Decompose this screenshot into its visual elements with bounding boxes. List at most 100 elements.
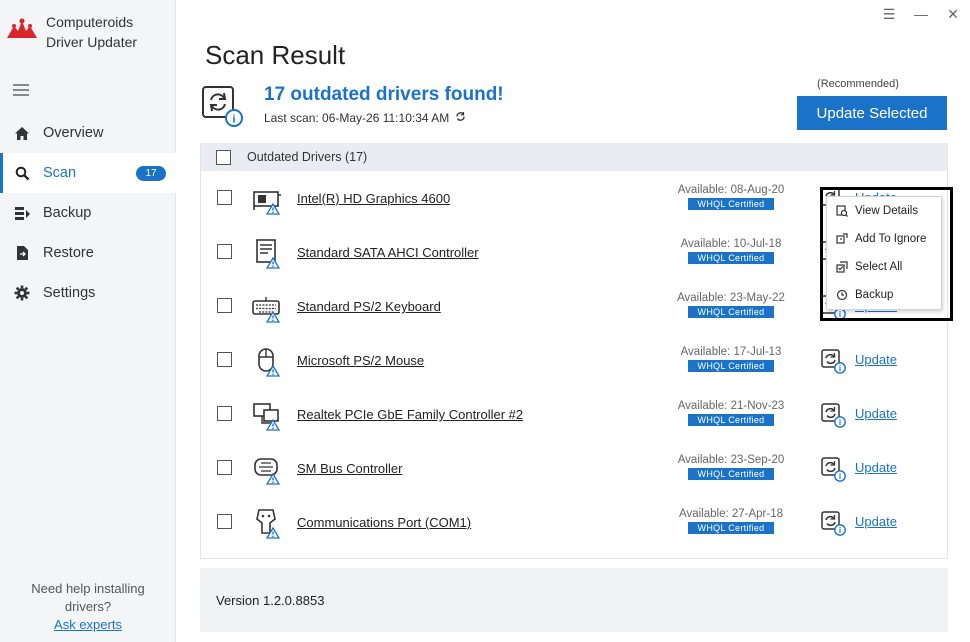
row-checkbox[interactable] (217, 352, 232, 367)
page-title: Scan Result (205, 40, 346, 70)
driver-name-link[interactable]: Communications Port (COM1) (297, 515, 471, 530)
update-driver-icon[interactable]: i (820, 402, 846, 428)
outdated-found-heading: 17 outdated drivers found! (264, 84, 504, 105)
sidebar-item-scan[interactable]: Scan 17 (0, 153, 176, 193)
update-link[interactable]: Update (855, 352, 897, 367)
minimize-button[interactable]: — (914, 6, 928, 23)
update-driver-icon[interactable]: i (820, 510, 846, 536)
sidebar-item-restore[interactable]: Restore (0, 233, 176, 273)
whql-badge: WHQL Certified (687, 306, 775, 318)
footer-bar: Version 1.2.0.8853 (200, 568, 948, 632)
whql-badge: WHQL Certified (687, 360, 775, 372)
availability-info: Available: 23-May-22 WHQL Certified (669, 292, 793, 318)
context-menu-select-all[interactable]: Select All (827, 253, 941, 281)
whql-badge: WHQL Certified (687, 468, 775, 480)
update-driver-icon[interactable]: i (820, 456, 846, 482)
table-row: Realtek PCIe GbE Family Controller #2 Ava… (201, 388, 947, 442)
row-checkbox[interactable] (217, 460, 232, 475)
availability-info: Available: 23-Sep-20 WHQL Certified (669, 454, 793, 480)
driver-name-link[interactable]: Microsoft PS/2 Mouse (297, 353, 424, 368)
restore-icon (12, 243, 32, 263)
sidebar-item-settings[interactable]: Settings (0, 273, 176, 313)
update-selected-button[interactable]: Update Selected (797, 96, 947, 130)
driver-name-link[interactable]: Standard PS/2 Keyboard (297, 299, 441, 314)
availability-info: Available: 10-Jul-18 WHQL Certified (669, 238, 793, 264)
update-driver-icon[interactable]: i (820, 348, 846, 374)
bus-controller-icon (251, 453, 283, 485)
update-link[interactable]: Update (855, 406, 897, 421)
sidebar-item-label: Scan (43, 165, 77, 181)
network-icon (251, 399, 283, 431)
driver-name-link[interactable]: SM Bus Controller (297, 461, 402, 476)
context-menu-view-details[interactable]: View Details (827, 197, 941, 225)
sidebar-item-label: Backup (43, 205, 92, 221)
update-link[interactable]: Update (855, 514, 897, 529)
available-date: Available: 27-Apr-18 (679, 508, 783, 520)
table-row: Communications Port (COM1) Available: 27-… (201, 496, 947, 550)
close-button[interactable]: ✕ (946, 6, 960, 23)
context-menu-backup[interactable]: Backup (827, 281, 941, 309)
table-row: Microsoft PS/2 Mouse Available: 17-Jul-13… (201, 334, 947, 388)
available-date: Available: 21-Nov-23 (677, 400, 785, 412)
row-checkbox[interactable] (217, 406, 232, 421)
context-menu-label: View Details (855, 205, 919, 217)
update-link[interactable]: Update (855, 460, 897, 475)
row-checkbox[interactable] (217, 298, 232, 313)
sidebar-item-overview[interactable]: Overview (0, 113, 176, 153)
details-icon (835, 204, 849, 218)
availability-info: Available: 17-Jul-13 WHQL Certified (669, 346, 793, 372)
context-menu-label: Add To Ignore (855, 233, 927, 245)
available-date: Available: 08-Aug-20 (677, 184, 785, 196)
storage-controller-icon (251, 237, 283, 269)
backup-icon (835, 288, 849, 302)
whql-badge: WHQL Certified (687, 522, 775, 534)
backup-icon (12, 203, 32, 223)
table-header: Outdated Drivers (17) (201, 143, 947, 171)
row-checkbox[interactable] (217, 244, 232, 259)
app-name-line1: Computeroids (46, 14, 134, 30)
help-text-line2: drivers? (64, 599, 112, 614)
sidebar-item-label: Settings (43, 285, 96, 301)
scan-summary: i 17 outdated drivers found! Last scan: … (200, 84, 504, 130)
refresh-icon[interactable] (455, 111, 466, 125)
mouse-icon (251, 345, 283, 377)
availability-info: Available: 27-Apr-18 WHQL Certified (669, 508, 793, 534)
computeroids-logo-icon (7, 18, 37, 38)
driver-name-link[interactable]: Intel(R) HD Graphics 4600 (297, 191, 450, 206)
whql-badge: WHQL Certified (687, 252, 775, 264)
driver-name-link[interactable]: Realtek PCIe GbE Family Controller #2 (297, 407, 523, 422)
sidebar-nav: Overview Scan 17 Backup Restore Settings (0, 113, 176, 313)
available-date: Available: 10-Jul-18 (680, 238, 782, 250)
svg-text:i: i (839, 364, 841, 373)
sidebar-item-label: Overview (43, 125, 104, 141)
context-menu-add-to-ignore[interactable]: Add To Ignore (827, 225, 941, 253)
app-logo: Computeroids Driver Updater (6, 12, 137, 52)
ask-experts-link[interactable]: Ask experts (54, 616, 122, 634)
outdated-drivers-label: Outdated Drivers (17) (247, 150, 368, 164)
svg-text:i: i (232, 114, 235, 126)
window-menu-icon[interactable]: ☰ (882, 6, 896, 23)
keyboard-icon (251, 291, 283, 323)
select-all-icon (835, 260, 849, 274)
svg-text:i: i (839, 526, 841, 535)
context-menu-label: Select All (855, 261, 903, 273)
port-icon (251, 507, 283, 539)
recommended-label: (Recommended) (817, 78, 899, 90)
driver-name-link[interactable]: Standard SATA AHCI Controller (297, 245, 479, 260)
ignore-icon (835, 232, 849, 246)
row-checkbox[interactable] (217, 190, 232, 205)
search-icon (12, 163, 32, 183)
available-date: Available: 23-May-22 (677, 292, 785, 304)
sidebar-item-backup[interactable]: Backup (0, 193, 176, 233)
hamburger-menu-icon[interactable] (13, 84, 29, 96)
app-name-line2: Driver Updater (46, 34, 138, 50)
select-all-checkbox[interactable] (216, 149, 231, 165)
svg-text:i: i (839, 310, 841, 319)
row-checkbox[interactable] (217, 514, 232, 529)
context-menu: View Details Add To Ignore Select All Ba… (826, 196, 942, 310)
table-row: SM Bus Controller Available: 23-Sep-20 WHQ… (201, 442, 947, 496)
graphics-card-icon (251, 183, 283, 215)
svg-text:i: i (839, 418, 841, 427)
sidebar-item-label: Restore (43, 245, 94, 261)
help-text-line1: Need help installing (31, 581, 145, 596)
